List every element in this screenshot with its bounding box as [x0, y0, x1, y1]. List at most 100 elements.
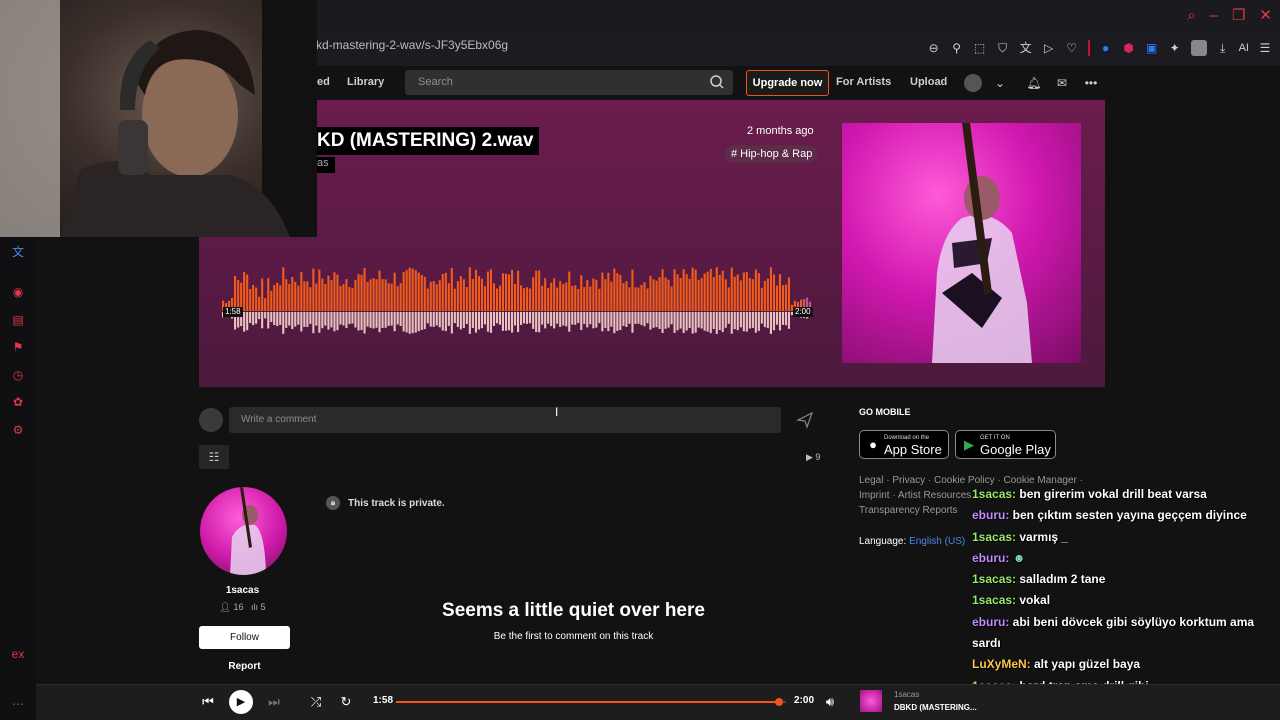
translate-extension-icon[interactable]: ▣: [1145, 41, 1159, 55]
puzzle-icon[interactable]: ✦: [1168, 41, 1182, 55]
google-play-button[interactable]: ▶ GET IT ON Google Play: [955, 430, 1056, 459]
waveform-bar: [562, 283, 565, 311]
settings-icon[interactable]: ⚙: [10, 422, 26, 438]
next-icon[interactable]: ⏭: [266, 694, 282, 710]
waveform-reflection-bar: [495, 312, 499, 324]
mail-icon[interactable]: ✉: [1054, 75, 1070, 91]
more-options-icon[interactable]: •••: [1083, 75, 1099, 91]
waveform-reflection-bar: [474, 312, 478, 333]
uploader-stats: 👤︎ 16 ılı 5: [199, 602, 286, 613]
waveform-bar: [736, 274, 739, 311]
history-icon[interactable]: ◷: [10, 367, 26, 383]
volume-icon[interactable]: 🔊︎: [822, 694, 838, 710]
waveform-bar: [246, 274, 249, 311]
waveform-reflection-bar: [306, 312, 309, 327]
waveform-bar: [396, 286, 399, 311]
waveform-reflection-bar: [505, 312, 508, 331]
waveform-reflection-bar: [333, 312, 336, 332]
nav-feed[interactable]: ed: [317, 76, 330, 88]
waveform-reflection-bar: [255, 312, 258, 324]
waveform-reflection-bar: [721, 312, 724, 333]
chat-text: salladım 2 tane: [1016, 572, 1106, 587]
spotify-icon[interactable]: ◉: [10, 284, 26, 300]
waveform-reflection-bar: [568, 312, 571, 332]
play-icon[interactable]: ▷: [1042, 41, 1056, 55]
bookmark-icon[interactable]: ⚑: [10, 339, 26, 355]
shuffle-icon[interactable]: ⤮: [308, 694, 324, 710]
vpn-icon[interactable]: ex: [10, 646, 26, 662]
user-avatar[interactable]: [964, 74, 982, 92]
sort-comments-button[interactable]: ☷: [199, 445, 229, 469]
apple-icon: ●: [869, 437, 877, 452]
search-input[interactable]: Search: [405, 70, 733, 95]
minimize-icon[interactable]: –: [1210, 6, 1218, 26]
waveform-reflection-bar: [718, 312, 721, 330]
waveform-reflection-bar: [441, 312, 444, 331]
google-play-label: Google Play: [980, 442, 1051, 457]
close-icon[interactable]: ✕: [1259, 6, 1272, 26]
waveform-reflection-bar: [685, 312, 688, 331]
genre-tag[interactable]: # Hip-hop & Rap: [725, 145, 819, 163]
waveform-reflection-bar: [426, 312, 429, 324]
waveform-bar: [571, 286, 574, 311]
ai-button[interactable]: AI: [1239, 41, 1249, 55]
previous-icon[interactable]: ⏮: [200, 694, 216, 710]
waveform-reflection-bar: [357, 312, 360, 331]
report-button[interactable]: Report: [199, 661, 290, 672]
player-title[interactable]: DBKD (MASTERING...: [894, 703, 977, 712]
send-icon[interactable]: [796, 411, 814, 429]
waveform-reflection-bar: [646, 312, 649, 324]
more-icon[interactable]: ⋯: [10, 696, 26, 712]
download-icon[interactable]: ⤓: [1216, 41, 1230, 55]
waveform-bar: [679, 278, 682, 311]
pin-icon[interactable]: ⚲: [950, 41, 964, 55]
nav-library[interactable]: Library: [347, 76, 384, 88]
upgrade-button[interactable]: Upgrade now: [746, 70, 829, 96]
waveform-reflection-bar: [435, 312, 438, 326]
waveform-bar: [438, 280, 441, 311]
wallet-icon[interactable]: ▤: [10, 312, 26, 328]
comment-input[interactable]: Write a comment: [229, 407, 781, 433]
search-icon[interactable]: [709, 74, 725, 90]
shield-icon[interactable]: ⛉: [996, 41, 1010, 55]
waveform-reflection-bar: [775, 312, 779, 325]
waveform-reflection-bar: [375, 312, 378, 328]
waveform-bar: [468, 267, 471, 311]
chevron-down-icon[interactable]: ⌄: [992, 75, 1008, 91]
translate-icon[interactable]: 文: [1019, 41, 1033, 55]
zoom-icon[interactable]: ⊖: [927, 41, 941, 55]
bell-icon[interactable]: 🔔︎: [1026, 75, 1042, 91]
search-icon[interactable]: ⌕: [1187, 6, 1195, 26]
uploader-name[interactable]: 1sacas: [199, 585, 286, 596]
player-thumbnail[interactable]: [860, 690, 882, 712]
nav-for-artists[interactable]: For Artists: [836, 76, 891, 88]
play-button[interactable]: ▶: [229, 690, 253, 714]
progress-bar[interactable]: [396, 698, 786, 706]
restore-icon[interactable]: ❐: [1232, 6, 1245, 26]
translate-sidebar-icon[interactable]: 文: [10, 244, 26, 260]
waveform-reflection-bar: [508, 312, 511, 331]
extensions-icon[interactable]: ✿: [10, 394, 26, 410]
heart-icon[interactable]: ♡: [1065, 41, 1079, 55]
track-artist[interactable]: as: [317, 157, 335, 173]
address-bar-url[interactable]: kd-mastering-2-wav/s-JF3y5Ebx06g: [316, 38, 508, 52]
waveform-bar: [547, 287, 550, 311]
waveform[interactable]: [222, 265, 812, 341]
extension-icon[interactable]: ●: [1099, 41, 1113, 55]
waveform-bar: [414, 270, 417, 311]
app-store-button[interactable]: ● Download on the App Store: [859, 430, 949, 459]
uploader-avatar[interactable]: [200, 487, 287, 575]
profile-avatar[interactable]: [1190, 40, 1207, 56]
waveform-reflection-bar: [535, 312, 538, 333]
followers-icon: 👤︎: [219, 602, 231, 612]
follow-button[interactable]: Follow: [199, 626, 290, 649]
menu-icon[interactable]: ☰: [1258, 41, 1272, 55]
nav-upload[interactable]: Upload: [910, 76, 947, 88]
screen: ⌕ – ❐ ✕ kd-mastering-2-wav/s-JF3y5Ebx06g…: [0, 0, 1280, 720]
repeat-icon[interactable]: ↻: [338, 694, 354, 710]
ublock-icon[interactable]: ⬢: [1122, 41, 1136, 55]
waveform-bar: [778, 274, 782, 311]
player-artist[interactable]: 1sacas: [894, 690, 919, 699]
screenshot-icon[interactable]: ⬚: [973, 41, 987, 55]
language-link[interactable]: English (US): [909, 536, 965, 547]
